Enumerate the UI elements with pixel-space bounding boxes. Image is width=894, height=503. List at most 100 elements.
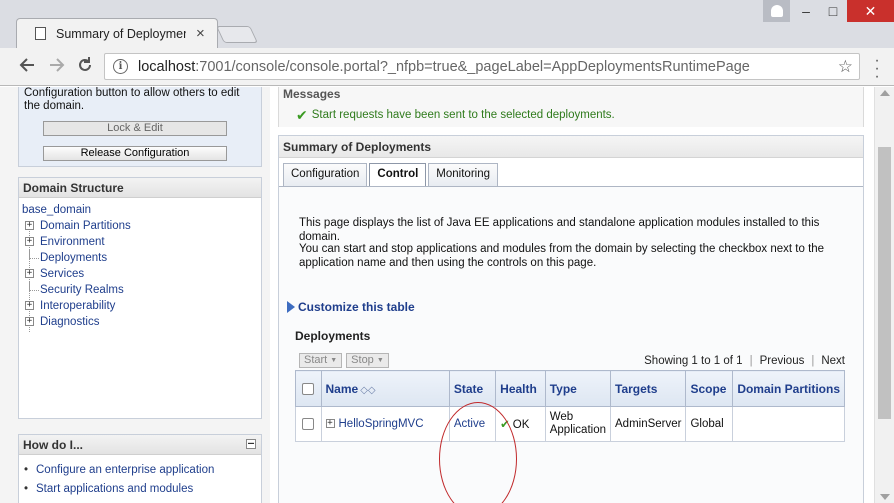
page-instructions: You can start and stop applications and … xyxy=(299,243,825,269)
tree-root-base-domain[interactable]: base_domain xyxy=(22,202,261,218)
state-link[interactable]: Active xyxy=(454,418,485,430)
messages-panel: Messages ✔ Start requests have been sent… xyxy=(278,87,864,127)
url-field[interactable]: i localhost:7001/console/console.portal?… xyxy=(104,53,860,80)
how-do-i-link[interactable]: Start applications and modules xyxy=(23,482,261,501)
col-name[interactable]: Name ◇◇ xyxy=(320,370,450,407)
browser-tabstrip: Summary of Deployment × – □ ✕ xyxy=(0,0,894,48)
domain-tree: base_domain + Domain Partitions + Environm… xyxy=(19,198,261,332)
tab-monitoring[interactable]: Monitoring xyxy=(428,163,498,186)
close-window-button[interactable]: ✕ xyxy=(847,0,894,22)
release-configuration-button[interactable]: Release Configuration xyxy=(43,146,227,161)
user-icon[interactable] xyxy=(763,0,790,22)
deployments-table: Name ◇◇ State Health Type Targets Scope D… xyxy=(295,370,845,442)
lock-edit-button[interactable]: Lock & Edit xyxy=(43,121,227,136)
deployments-title: Deployments xyxy=(295,329,371,343)
scroll-thumb[interactable] xyxy=(878,147,891,419)
stop-button[interactable]: Stop ▼ xyxy=(346,353,389,368)
cell-name: + HelloSpringMVC xyxy=(320,406,450,442)
dropdown-icon: ▼ xyxy=(376,357,384,364)
how-do-i-panel: How do I... – Configure an enterprise ap… xyxy=(18,434,262,503)
tree-item-domain-partitions[interactable]: + Domain Partitions xyxy=(22,218,261,234)
right-column: Messages ✔ Start requests have been sent… xyxy=(278,87,864,503)
expand-icon[interactable]: + xyxy=(25,237,34,246)
url-text: localhost:7001/console/console.portal?_n… xyxy=(138,58,750,75)
col-type[interactable]: Type xyxy=(544,370,612,407)
expand-icon[interactable]: + xyxy=(25,317,34,326)
check-icon: ✔ xyxy=(500,419,510,431)
minimize-button[interactable]: – xyxy=(793,0,819,22)
content-tabs: Configuration Control Monitoring xyxy=(283,163,500,187)
deployment-link[interactable]: HelloSpringMVC xyxy=(339,418,424,430)
how-do-i-link[interactable]: Configure an enterprise application xyxy=(23,463,261,482)
row-checkbox-cell xyxy=(295,406,322,442)
star-icon[interactable]: ☆ xyxy=(838,57,853,77)
forward-icon[interactable] xyxy=(48,56,66,78)
select-all-checkbox[interactable] xyxy=(302,383,315,396)
customize-table-link[interactable]: Customize this table xyxy=(287,300,415,314)
pager: Showing 1 to 1 of 1 | Previous | Next xyxy=(644,354,845,367)
cell-domain-partitions xyxy=(732,406,845,442)
col-health[interactable]: Health xyxy=(495,370,546,407)
tab-title: Summary of Deployment xyxy=(56,26,186,41)
collapse-icon[interactable]: – xyxy=(246,439,256,449)
col-scope[interactable]: Scope xyxy=(685,370,734,407)
success-message: ✔ Start requests have been sent to the s… xyxy=(296,107,615,123)
tab-configuration[interactable]: Configuration xyxy=(283,163,368,186)
col-state[interactable]: State xyxy=(448,370,497,407)
cell-targets: AdminServer xyxy=(609,406,687,442)
sort-icon[interactable]: ◇◇ xyxy=(360,385,375,396)
left-column: Configuration button to allow others to … xyxy=(0,87,270,503)
info-icon[interactable]: i xyxy=(113,59,128,74)
menu-icon[interactable]: · · · xyxy=(872,53,882,85)
page-viewport: Configuration button to allow others to … xyxy=(0,87,874,503)
document-icon xyxy=(35,27,46,40)
col-targets[interactable]: Targets xyxy=(609,370,687,407)
tree-item-services[interactable]: + Services xyxy=(22,266,261,282)
scroll-down-icon[interactable] xyxy=(880,494,890,500)
dropdown-icon: ▼ xyxy=(330,357,338,364)
check-icon: ✔ xyxy=(296,107,308,123)
table-row: + HelloSpringMVC Active ✔ OK Web Applicati… xyxy=(295,406,845,442)
tree-item-deployments[interactable]: Deployments xyxy=(22,250,261,266)
how-do-i-title: How do I... – xyxy=(19,435,261,455)
start-button[interactable]: Start ▼ xyxy=(299,353,343,368)
maximize-button[interactable]: □ xyxy=(820,0,846,22)
close-tab-icon[interactable]: × xyxy=(196,26,205,41)
expand-icon[interactable]: + xyxy=(25,301,34,310)
change-center-text: Configuration button to allow others to … xyxy=(24,87,240,112)
expand-triangle-icon xyxy=(287,301,295,313)
cell-type: Web Application xyxy=(544,406,612,442)
select-all-checkbox-cell xyxy=(295,370,322,407)
summary-of-deployments-panel: Summary of Deployments Configuration Con… xyxy=(278,135,864,503)
domain-structure-panel: Domain Structure base_domain + Domain Par… xyxy=(18,177,262,419)
cell-health: ✔ OK xyxy=(495,406,546,442)
expand-icon[interactable]: + xyxy=(25,221,34,230)
previous-link[interactable]: Previous xyxy=(760,355,805,367)
tree-item-environment[interactable]: + Environment xyxy=(22,234,261,250)
reload-icon[interactable] xyxy=(76,56,94,78)
new-tab-button[interactable] xyxy=(216,26,258,43)
tab-control[interactable]: Control xyxy=(369,163,427,187)
cell-state: Active xyxy=(448,406,497,442)
domain-structure-title: Domain Structure xyxy=(19,178,261,198)
browser-tab[interactable]: Summary of Deployment × xyxy=(16,18,218,48)
tree-item-interoperability[interactable]: + Interoperability xyxy=(22,298,261,314)
table-controls-top: Start ▼ Stop ▼ Showing 1 to 1 of 1 | Previ… xyxy=(295,350,845,371)
next-link[interactable]: Next xyxy=(821,355,845,367)
page-description: This page displays the list of Java EE a… xyxy=(299,217,820,243)
change-center: Configuration button to allow others to … xyxy=(18,87,262,167)
col-domain-partitions[interactable]: Domain Partitions xyxy=(732,370,845,407)
tab-body: This page displays the list of Java EE a… xyxy=(279,186,863,503)
back-icon[interactable] xyxy=(18,56,36,78)
cell-scope: Global xyxy=(685,406,734,442)
expand-icon[interactable]: + xyxy=(25,269,34,278)
scroll-up-icon[interactable] xyxy=(880,90,890,96)
tree-item-security-realms[interactable]: Security Realms xyxy=(22,282,261,298)
address-bar: i localhost:7001/console/console.portal?… xyxy=(0,48,894,86)
row-checkbox[interactable] xyxy=(302,417,315,430)
tree-item-diagnostics[interactable]: + Diagnostics xyxy=(22,314,261,330)
messages-title: Messages xyxy=(283,87,341,101)
expand-icon[interactable]: + xyxy=(325,419,335,429)
page-scrollbar[interactable] xyxy=(874,87,894,503)
showing-count: Showing 1 to 1 of 1 xyxy=(644,354,743,367)
